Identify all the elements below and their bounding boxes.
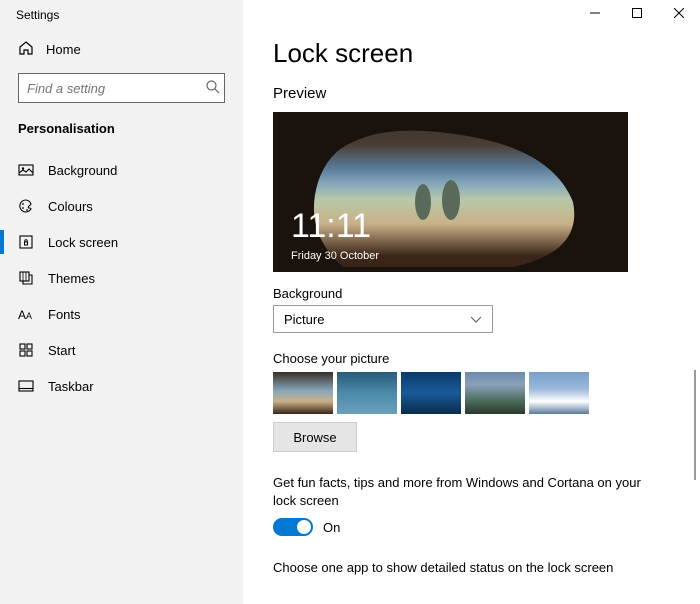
palette-icon: [18, 198, 34, 214]
page-title: Lock screen: [273, 38, 670, 69]
tips-toggle[interactable]: [273, 518, 313, 536]
picture-icon: [18, 162, 34, 178]
home-nav[interactable]: Home: [0, 32, 243, 73]
scrollbar[interactable]: [694, 370, 696, 480]
toggle-state-label: On: [323, 520, 340, 535]
nav-start[interactable]: Start: [0, 332, 243, 368]
nav-themes[interactable]: Themes: [0, 260, 243, 296]
lock-preview: 11:11 Friday 30 October: [273, 112, 628, 272]
minimize-button[interactable]: [574, 0, 616, 26]
sidebar: Settings Home Personalisation Background…: [0, 0, 243, 604]
tips-description: Get fun facts, tips and more from Window…: [273, 474, 653, 510]
nav-fonts[interactable]: AA Fonts: [0, 296, 243, 332]
picture-thumbs: [273, 372, 670, 414]
picture-thumb[interactable]: [465, 372, 525, 414]
home-label: Home: [46, 42, 81, 57]
nav-label: Start: [48, 343, 75, 358]
preview-date: Friday 30 October: [291, 250, 379, 262]
picture-thumb[interactable]: [337, 372, 397, 414]
chevron-down-icon: [470, 312, 482, 327]
maximize-button[interactable]: [616, 0, 658, 26]
close-button[interactable]: [658, 0, 700, 26]
svg-text:A: A: [18, 308, 26, 322]
lock-screen-icon: [18, 234, 34, 250]
taskbar-icon: [18, 378, 34, 394]
svg-text:A: A: [26, 311, 32, 321]
nav-label: Colours: [48, 199, 93, 214]
picture-thumb[interactable]: [273, 372, 333, 414]
preview-time: 11:11: [291, 207, 371, 246]
nav-label: Lock screen: [48, 235, 118, 250]
nav-lock-screen[interactable]: Lock screen: [0, 224, 243, 260]
themes-icon: [18, 270, 34, 286]
picture-thumb[interactable]: [529, 372, 589, 414]
nav-background[interactable]: Background: [0, 152, 243, 188]
picture-thumb[interactable]: [401, 372, 461, 414]
nav-label: Taskbar: [48, 379, 94, 394]
fonts-icon: AA: [18, 306, 34, 322]
app-title: Settings: [0, 0, 243, 32]
nav-taskbar[interactable]: Taskbar: [0, 368, 243, 404]
nav-label: Background: [48, 163, 117, 178]
home-icon: [18, 40, 34, 59]
nav-label: Themes: [48, 271, 95, 286]
window-controls: [574, 0, 700, 26]
choose-picture-label: Choose your picture: [273, 351, 670, 366]
background-dropdown[interactable]: Picture: [273, 305, 493, 333]
dropdown-value: Picture: [284, 312, 324, 327]
nav-label: Fonts: [48, 307, 81, 322]
search-box[interactable]: [18, 73, 225, 103]
nav-colours[interactable]: Colours: [0, 188, 243, 224]
background-label: Background: [273, 286, 670, 301]
search-icon: [205, 79, 221, 98]
main-content: Lock screen Preview 11:11 Friday 30 Octo…: [243, 0, 700, 604]
preview-label: Preview: [273, 85, 670, 102]
search-input[interactable]: [27, 81, 205, 96]
category-label: Personalisation: [0, 121, 243, 152]
detailed-status-label: Choose one app to show detailed status o…: [273, 560, 670, 581]
nav-list: Background Colours Lock screen Themes AA…: [0, 152, 243, 404]
browse-button[interactable]: Browse: [273, 422, 357, 452]
start-icon: [18, 342, 34, 358]
